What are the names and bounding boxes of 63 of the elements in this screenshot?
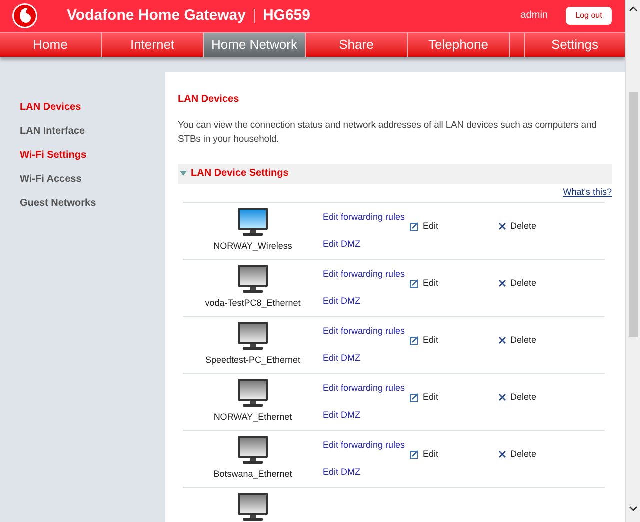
device-name: Speedtest-PC_Ethernet [205,354,301,367]
device-name: voda-TestPC8_Ethernet [205,297,301,310]
forwarding-link[interactable]: Edit forwarding rules [323,268,413,282]
close-icon [498,451,506,458]
edit-button[interactable]: Edit [410,334,439,348]
edit-icon [410,393,419,402]
edit-icon [410,450,419,460]
delete-button[interactable]: Delete [498,391,537,404]
forwarding-link[interactable]: Edit forwarding rules [323,211,413,224]
edit-icon [410,222,419,232]
model-name: HG659 [262,6,310,26]
collapse-icon [180,171,187,176]
delete-button[interactable]: Delete [498,334,537,348]
edit-button[interactable]: Edit [410,277,439,290]
tab-spacer [510,32,525,56]
help-link[interactable]: What's this? [563,186,612,199]
edit-icon [410,336,419,346]
nav-tab[interactable]: Home Network [204,32,306,56]
scroll-down-icon[interactable] [628,506,638,512]
close-icon [498,223,506,230]
delete-button[interactable]: Delete [498,277,537,290]
description-text: You can view the connection status and network addresses of all LAN devices such as computers and STBs in your household. [178,118,598,146]
edit-icon [410,279,419,288]
dmz-link[interactable]: Edit DMZ [323,238,361,251]
edit-button[interactable]: Edit [410,448,439,462]
page-title: LAN Devices [178,92,240,106]
device-name: NORWAY_Wireless [214,240,292,253]
nav-tab[interactable]: Share [306,32,408,56]
nav-tab[interactable]: Telephone [408,32,510,56]
dmz-link[interactable]: Edit DMZ [323,408,361,422]
scroll-thumb[interactable] [628,92,638,337]
section-header[interactable]: LAN Device Settings [178,164,612,184]
close-icon [498,337,506,344]
computer-icon [237,492,269,522]
device-name: NORWAY_Ethernet [214,411,292,424]
sidebar-item[interactable]: LAN Interface [20,124,163,138]
delete-button[interactable]: Delete [498,220,537,234]
sidebar-item[interactable]: Guest Networks [20,196,163,210]
user-name: admin [520,9,548,24]
nav-tab[interactable]: Home [0,32,102,56]
edit-button[interactable]: Edit [410,391,439,404]
device-name: Botswana_Ethernet [214,468,292,481]
sidebar-item[interactable]: Wi-Fi Access [20,172,163,186]
dmz-link[interactable]: Edit DMZ [323,294,361,308]
forwarding-link[interactable]: Edit forwarding rules [323,439,413,452]
dmz-link[interactable]: Edit DMZ [323,466,361,479]
nav-tab[interactable]: Internet [102,32,204,56]
scrollbar[interactable] [625,0,640,522]
forwarding-link[interactable]: Edit forwarding rules [323,325,413,338]
sidebar-item[interactable]: Wi-Fi Settings [20,148,163,162]
delete-button[interactable]: Delete [498,448,537,462]
sidebar-item[interactable]: LAN Devices [20,100,163,114]
brand-title: Vodafone Home Gateway [67,6,246,26]
edit-button[interactable]: Edit [410,220,439,234]
section-title: LAN Device Settings [191,167,289,181]
dmz-link[interactable]: Edit DMZ [323,352,361,365]
close-icon [498,280,506,288]
logo-icon [12,2,38,29]
logout-button[interactable]: Log out [566,6,612,25]
nav-tab[interactable]: Settings [525,32,625,56]
close-icon [498,394,506,402]
forwarding-link[interactable]: Edit forwarding rules [323,382,413,396]
scroll-up-icon[interactable] [628,6,638,12]
